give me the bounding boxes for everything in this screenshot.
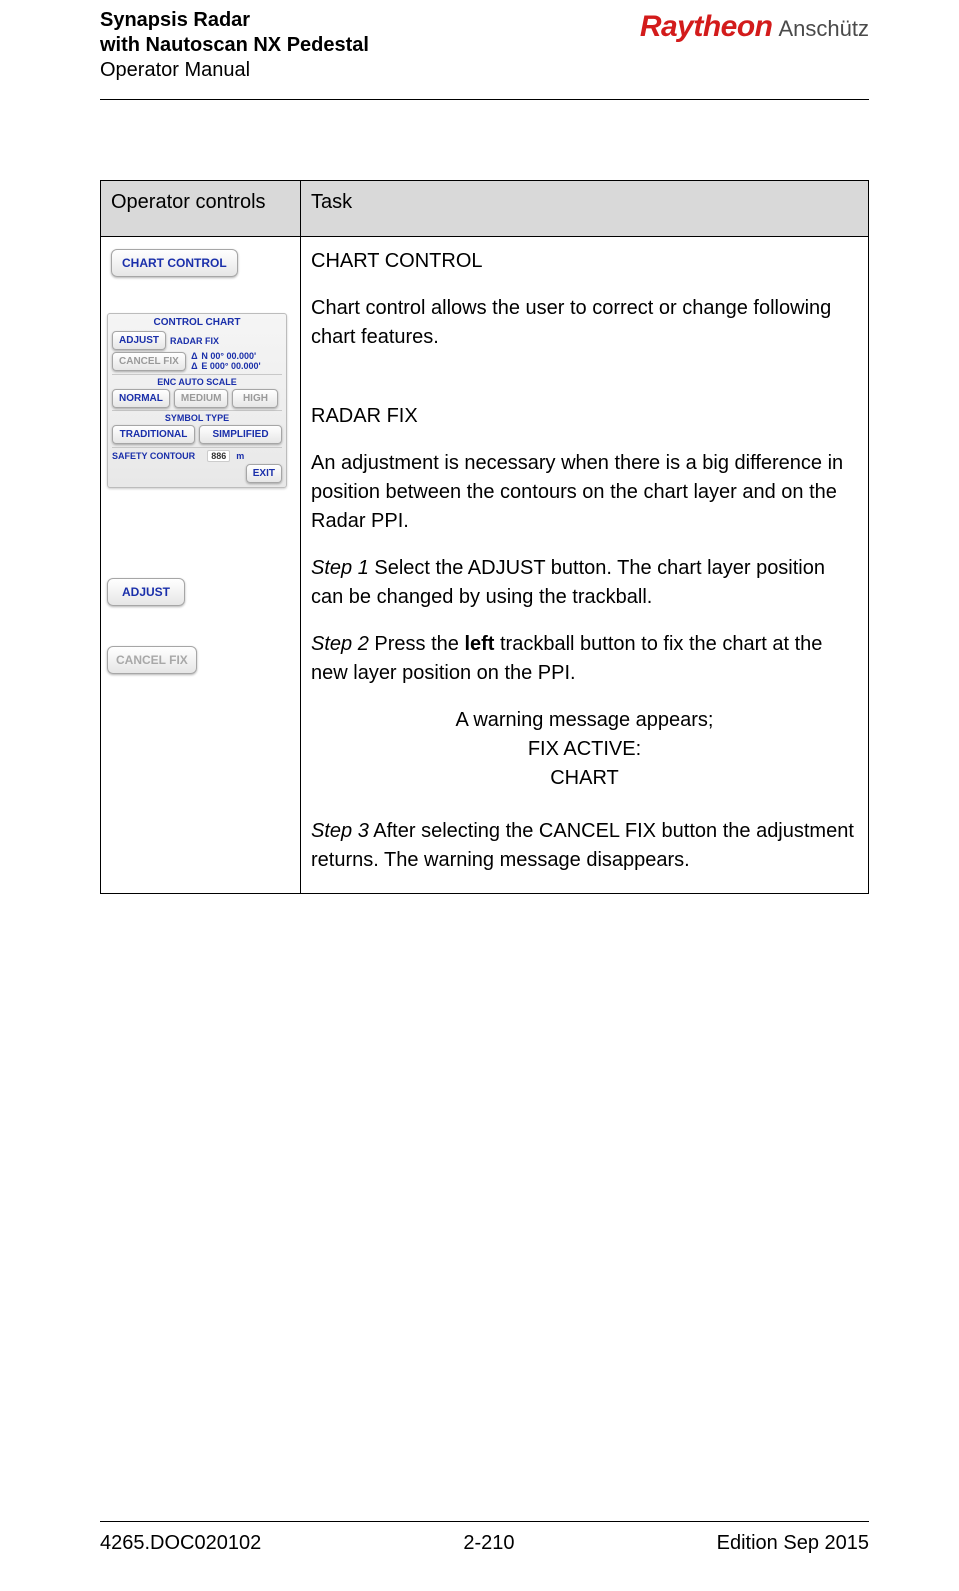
footer-page: 2-210 — [463, 1532, 514, 1555]
panel-cancel-fix-button[interactable]: CANCEL FIX — [112, 352, 186, 371]
panel-simplified-button[interactable]: SIMPLIFIED — [199, 425, 282, 444]
task-table: Operator controls Task CHART CONTROL CON… — [100, 180, 869, 894]
panel-high-button[interactable]: HIGH — [232, 389, 278, 408]
task-step2-bold: left — [464, 633, 494, 655]
task-step1-text: Select the ADJUST button. The chart laye… — [311, 557, 825, 608]
page-footer: 4265.DOC020102 2-210 Edition Sep 2015 — [100, 1521, 869, 1555]
cancel-fix-button[interactable]: CANCEL FIX — [107, 646, 197, 674]
task-step3-text: After selecting the CANCEL FIX button th… — [311, 820, 854, 871]
panel-radar-fix-label: RADAR FIX — [170, 336, 219, 346]
panel-title: CONTROL CHART — [112, 317, 282, 328]
task-p2: An adjustment is necessary when there is… — [311, 449, 858, 536]
task-warn3: CHART — [311, 764, 858, 793]
task-warning-block: A warning message appears; FIX ACTIVE: C… — [311, 706, 858, 793]
task-h1: CHART CONTROL — [311, 247, 858, 276]
header-line2: with Nautoscan NX Pedestal — [100, 33, 369, 58]
task-step3: Step 3 After selecting the CANCEL FIX bu… — [311, 817, 858, 875]
panel-safety-value: 886 — [207, 450, 230, 462]
brand-anschutz: Anschütz — [779, 16, 870, 42]
panel-exit-button[interactable]: EXIT — [246, 464, 282, 483]
task-warn2: FIX ACTIVE: — [311, 735, 858, 764]
adjust-button[interactable]: ADJUST — [107, 578, 185, 606]
task-p1: Chart control allows the user to correct… — [311, 294, 858, 352]
brand-block: Raytheon Anschütz — [640, 8, 869, 44]
panel-adjust-button[interactable]: ADJUST — [112, 331, 166, 350]
header-line3: Operator Manual — [100, 58, 369, 83]
col-header-controls: Operator controls — [101, 181, 301, 237]
cell-task: CHART CONTROL Chart control allows the u… — [301, 237, 869, 894]
task-step3-prefix: Step 3 — [311, 820, 369, 842]
task-step2: Step 2 Press the left trackball button t… — [311, 630, 858, 688]
panel-symbol-type-label: SYMBOL TYPE — [112, 410, 282, 423]
header-title-block: Synapsis Radar with Nautoscan NX Pedesta… — [100, 8, 369, 83]
header-line1: Synapsis Radar — [100, 8, 369, 33]
footer-doc-no: 4265.DOC020102 — [100, 1532, 261, 1555]
task-step1-prefix: Step 1 — [311, 557, 369, 579]
panel-enc-auto-scale-label: ENC AUTO SCALE — [112, 374, 282, 387]
panel-safety-contour-label: SAFETY CONTOUR — [112, 451, 195, 461]
task-step2-a: Press the — [369, 633, 465, 655]
control-chart-panel: CONTROL CHART ADJUST RADAR FIX CANCEL FI… — [107, 313, 287, 488]
task-h2: RADAR FIX — [311, 402, 858, 431]
cell-operator-controls: CHART CONTROL CONTROL CHART ADJUST RADAR… — [101, 237, 301, 894]
panel-lat: N 00° 00.000' — [201, 351, 256, 361]
brand-raytheon: Raytheon — [640, 10, 773, 44]
panel-safety-unit: m — [236, 451, 244, 461]
chart-control-button[interactable]: CHART CONTROL — [111, 249, 238, 277]
col-header-task: Task — [301, 181, 869, 237]
footer-edition: Edition Sep 2015 — [717, 1532, 869, 1555]
task-step1: Step 1 Select the ADJUST button. The cha… — [311, 554, 858, 612]
task-step2-prefix: Step 2 — [311, 633, 369, 655]
panel-coords: Δ N 00° 00.000' Δ E 000° 00.000' — [190, 352, 261, 372]
panel-traditional-button[interactable]: TRADITIONAL — [112, 425, 195, 444]
panel-medium-button[interactable]: MEDIUM — [174, 389, 229, 408]
panel-normal-button[interactable]: NORMAL — [112, 389, 170, 408]
task-warn1: A warning message appears; — [311, 706, 858, 735]
panel-lon: E 000° 00.000' — [201, 361, 260, 371]
page-header: Synapsis Radar with Nautoscan NX Pedesta… — [100, 8, 869, 100]
